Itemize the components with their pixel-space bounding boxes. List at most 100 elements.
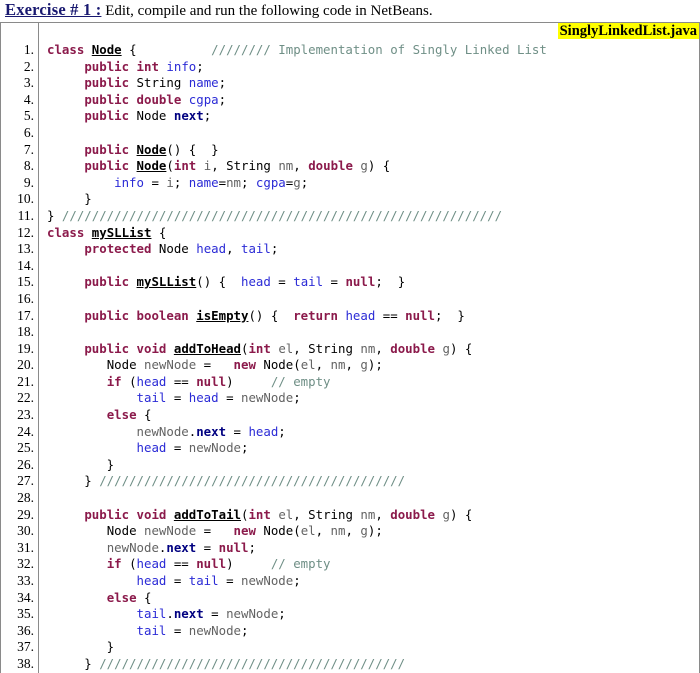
code-line-content[interactable]: } [38,456,700,474]
code-token: null [345,274,376,290]
code-line-content[interactable]: } //////////////////////////////////////… [38,473,700,491]
code-line-content[interactable]: tail = newNode; [38,622,700,640]
code-line-content[interactable]: Node newNode = new Node(el, nm, g); [38,357,700,374]
code-token: public [84,506,130,522]
code-token: head [136,440,167,456]
code-token: ( [166,158,174,174]
line-number: 17. [0,307,39,325]
code-token: Node [91,42,122,57]
code-line-content[interactable]: head = tail = newNode; [38,573,700,590]
code-line-row: 21. if (head == null) // empty [0,373,700,391]
code-token: , [315,523,331,539]
code-line-content[interactable]: protected Node head, tail; [38,241,700,258]
code-token: = [323,274,346,290]
code-token: class [47,42,85,57]
code-line-content[interactable]: public Node(int i, String nm, double g) … [38,158,700,175]
code-token: ////////////////////////////////////////… [99,473,406,489]
code-token: public [84,108,130,124]
code-line-content[interactable]: public double cgpa; [38,91,700,109]
code-line-content[interactable]: newNode.next = null; [38,539,700,557]
code-line-content[interactable]: tail = head = newNode; [38,390,700,408]
code-token: head [248,423,279,439]
code-token: Node [263,357,294,373]
code-token: tail [136,390,167,406]
code-line-content[interactable]: Node newNode = new Node(el, nm, g); [38,523,700,540]
code-line-row: 8. public Node(int i, String nm, double … [0,158,700,175]
code-line-row: 26. } [0,456,700,474]
code-line-content[interactable]: newNode.next = head; [38,423,700,441]
code-line-content[interactable]: else { [38,589,700,607]
line-number: 23. [0,407,39,424]
code-line-content[interactable]: if (head == null) // empty [38,373,700,391]
code-token: info [114,174,144,190]
code-line-content[interactable]: public int info; [38,58,700,76]
code-token: cgpa [188,91,219,107]
code-line-content[interactable]: } //////////////////////////////////////… [38,655,700,673]
code-line-row: 19. public void addToHead(int el, String… [0,340,700,358]
code-token: , [375,340,391,356]
line-number: 15. [0,274,39,291]
code-line-content[interactable] [38,290,700,308]
code-line-content[interactable] [38,124,700,142]
code-token: , [211,158,227,174]
code-line-content[interactable]: else { [38,407,700,424]
code-line-row: 6. [0,124,700,142]
code-line-content[interactable]: tail.next = newNode; [38,606,700,623]
line-number: 26. [0,456,39,474]
code-token: ; [278,606,286,622]
code-token: return [293,307,338,323]
code-token: ; [196,58,204,74]
code-token: next [173,108,204,124]
code-line-content[interactable]: public mySLList() { head = tail = null; … [38,274,700,291]
code-line-content[interactable]: public boolean isEmpty() { return head =… [38,307,700,325]
code-token: { [136,589,152,605]
exercise-title-label: Exercise # 1 : [5,0,102,19]
code-line-row: 37. } [0,639,700,656]
code-line-content[interactable]: public Node() { } [38,141,700,159]
code-line-content[interactable]: class Node { //////// Implementation of … [38,42,700,59]
code-token: ) [226,556,271,572]
code-token: newNode [188,622,241,638]
line-number: 24. [0,423,39,441]
code-token: newNode [241,573,294,588]
code-line-content[interactable]: } //////////////////////////////////////… [38,207,700,225]
code-line-row: 29. public void addToTail(int el, String… [0,506,700,524]
code-line-row: 24. newNode.next = head; [0,423,700,441]
code-token: , [226,241,241,257]
code-token: ); [367,523,383,539]
code-line-content[interactable]: public void addToTail(int el, String nm,… [38,506,700,524]
code-token: mySLList [91,224,152,240]
code-token: g [360,357,368,373]
code-token: = [270,274,294,290]
code-line-content[interactable]: } [38,639,700,656]
code-line-row: 31. newNode.next = null; [0,539,700,557]
code-line-content[interactable]: public void addToHead(int el, String nm,… [38,340,700,358]
code-line-content[interactable]: head = newNode; [38,440,700,457]
code-line-content[interactable] [38,257,700,275]
code-line-content[interactable]: public String name; [38,75,700,92]
code-line-content[interactable]: class mySLList { [38,224,700,242]
code-token: { [151,224,167,240]
code-line-content[interactable] [38,324,700,341]
code-token: g [360,523,368,539]
code-token: null [405,307,435,323]
code-line-row: 23. else { [0,407,700,424]
code-line-content[interactable]: public Node next; [38,108,700,125]
code-token: } [47,639,115,655]
code-token: , [345,357,361,373]
code-line-content[interactable]: info = i; name=nm; cgpa=g; [38,174,700,192]
code-line-content[interactable] [38,490,700,507]
code-line-content[interactable]: if (head == null) // empty [38,556,700,573]
code-line-content[interactable]: } [38,191,700,208]
code-token: newNode [136,423,189,439]
